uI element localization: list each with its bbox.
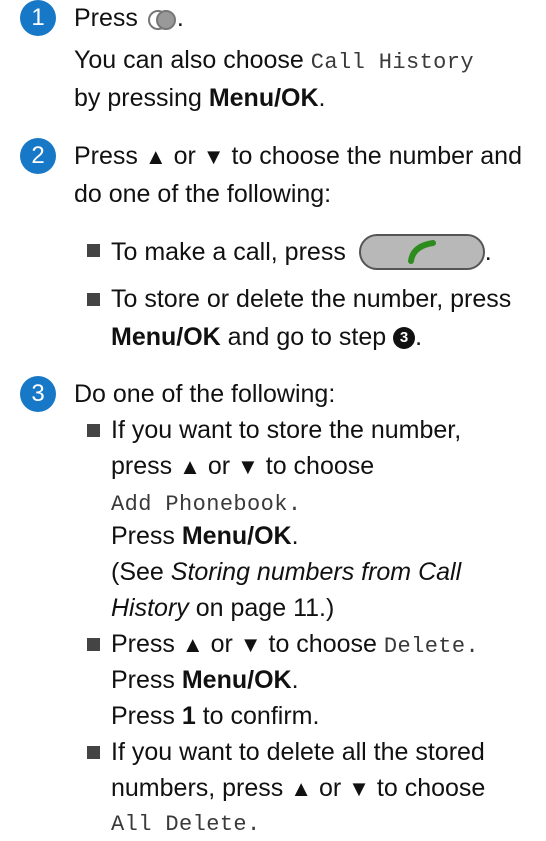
step3-b1-menu-ok: Menu/OK — [181, 522, 292, 550]
up-arrow-icon: ▲ — [144, 144, 167, 169]
phone-handset-icon — [358, 234, 485, 278]
step1-line2-text: You can also choose — [74, 46, 304, 74]
step2-line1-rest: to choose the number and — [231, 142, 522, 170]
step3-b1-press: press — [111, 452, 173, 480]
all-delete-code: All Delete — [111, 812, 248, 837]
step2-bullet1-end: . — [484, 238, 492, 266]
step2-bullet1-marker — [87, 244, 100, 257]
step2-line2-text: do one of the following: — [74, 180, 332, 208]
step3-b1-text: If you want to store the number, — [111, 416, 462, 444]
step3-b1-or: or — [207, 452, 231, 480]
step3-b2-l3: Press 1 to confirm. — [111, 700, 319, 732]
step1-press-text: Press — [74, 4, 138, 32]
step1-line1-end: . — [176, 4, 184, 32]
delete-code: Delete — [383, 634, 466, 659]
down-arrow-icon: ▼ — [239, 632, 262, 657]
step-ref-3-icon: 3 — [393, 327, 416, 349]
step3-b1-l4: Press Menu/OK. — [111, 520, 299, 552]
step3-b1-l5: (See Storing numbers from Call — [111, 556, 461, 588]
up-arrow-icon: ▲ — [179, 454, 201, 479]
step3-b1-l3: Add Phonebook. — [111, 486, 301, 521]
step3-see-open: (See — [111, 558, 164, 586]
step1-line3: by pressing Menu/OK. — [74, 82, 325, 114]
step2-menu-ok: Menu/OK — [111, 323, 221, 351]
step2-line1: Press ▲ or ▼ to choose the number and — [74, 140, 522, 173]
step3-b2-press-menu: Press — [111, 666, 175, 694]
step3-bullet2-marker — [87, 638, 100, 651]
down-arrow-icon: ▼ — [237, 454, 259, 479]
step3-b2-menu-ok: Menu/OK — [181, 666, 292, 694]
step3-b3-text: If you want to delete all the stored — [111, 738, 485, 766]
step2-line2: do one of the following: — [74, 178, 331, 210]
step2-bullet2-line1: To store or delete the number, press — [111, 283, 511, 315]
step3-see-rest: on page 11.) — [195, 594, 335, 622]
step3-b3-l1: If you want to delete all the stored — [111, 736, 485, 768]
step3-b3-code-end: . — [247, 812, 261, 837]
up-arrow-icon: ▲ — [290, 776, 313, 801]
step1-line3-text: by pressing — [74, 84, 202, 112]
step3-b2-to-choose: to choose — [268, 630, 377, 658]
step2-bullet2-text: To store or delete the number, press — [111, 285, 512, 313]
step3-bullet1-marker — [87, 424, 100, 437]
step3-b3-or: or — [318, 774, 342, 802]
call-history-icon — [147, 6, 177, 38]
step3-b2-confirm-post: to confirm. — [202, 702, 320, 730]
step3-intro-text: Do one of the following: — [74, 380, 336, 408]
step3-b1-l2: press ▲ or ▼ to choose — [111, 450, 374, 483]
step-number-2: 2 — [20, 138, 56, 174]
step2-bullet1: To make a call, press . — [111, 234, 492, 278]
step3-b2-press: Press — [111, 630, 175, 658]
step2-press: Press — [74, 142, 138, 170]
step3-b3-l3: All Delete. — [111, 806, 261, 841]
step3-bullet3-marker — [87, 746, 100, 759]
step1-line3-end: . — [318, 84, 326, 112]
step3-b2-code-end: . — [465, 634, 480, 659]
step3-b1-code-end: . — [287, 492, 302, 517]
step3-b2-confirm-key: 1 — [181, 702, 196, 730]
add-phonebook-code: Add Phonebook — [111, 492, 288, 517]
step1-menu-ok: Menu/OK — [208, 84, 319, 112]
step3-see-italic1: Storing numbers from Call — [170, 558, 462, 586]
step-number-3: 3 — [20, 376, 56, 412]
step3-intro: Do one of the following: — [74, 378, 335, 410]
step-number-1: 1 — [20, 0, 56, 36]
step3-b1-to-choose: to choose — [265, 452, 375, 480]
down-arrow-icon: ▼ — [202, 144, 225, 169]
step2-bullet2-end: . — [415, 323, 423, 351]
step3-b1-l1: If you want to store the number, — [111, 414, 461, 446]
step3-b3-to-choose: to choose — [376, 774, 486, 802]
step3-b3-numbers-press: numbers, press — [111, 774, 284, 802]
step3-see-italic2: History — [111, 594, 189, 622]
step3-b3-l2: numbers, press ▲ or ▼ to choose — [111, 772, 485, 805]
step2-bullet1-text: To make a call, press — [111, 238, 346, 266]
step3-b2-l1: Press ▲ or ▼ to choose Delete. — [111, 628, 479, 663]
step2-go-to-step: and go to step — [227, 323, 387, 351]
step3-b1-l6: History on page 11.) — [111, 592, 334, 624]
step2-bullet2-marker — [87, 293, 100, 306]
step3-b2-or: or — [210, 630, 233, 658]
step1-line2: You can also choose Call History — [74, 44, 474, 79]
step3-b2-confirm-pre: Press — [111, 702, 175, 730]
step3-b1-press-menu: Press — [111, 522, 175, 550]
down-arrow-icon: ▼ — [348, 776, 370, 801]
step1-line1: Press . — [74, 2, 184, 38]
up-arrow-icon: ▲ — [181, 632, 204, 657]
step1-call-history-code: Call History — [310, 50, 474, 75]
step2-bullet2-line2: Menu/OK and go to step 3. — [111, 321, 422, 353]
step3-b1-period: . — [291, 522, 299, 550]
step3-b2-l2: Press Menu/OK. — [111, 664, 299, 696]
step3-b2-period: . — [291, 666, 299, 694]
step2-or: or — [173, 142, 196, 170]
